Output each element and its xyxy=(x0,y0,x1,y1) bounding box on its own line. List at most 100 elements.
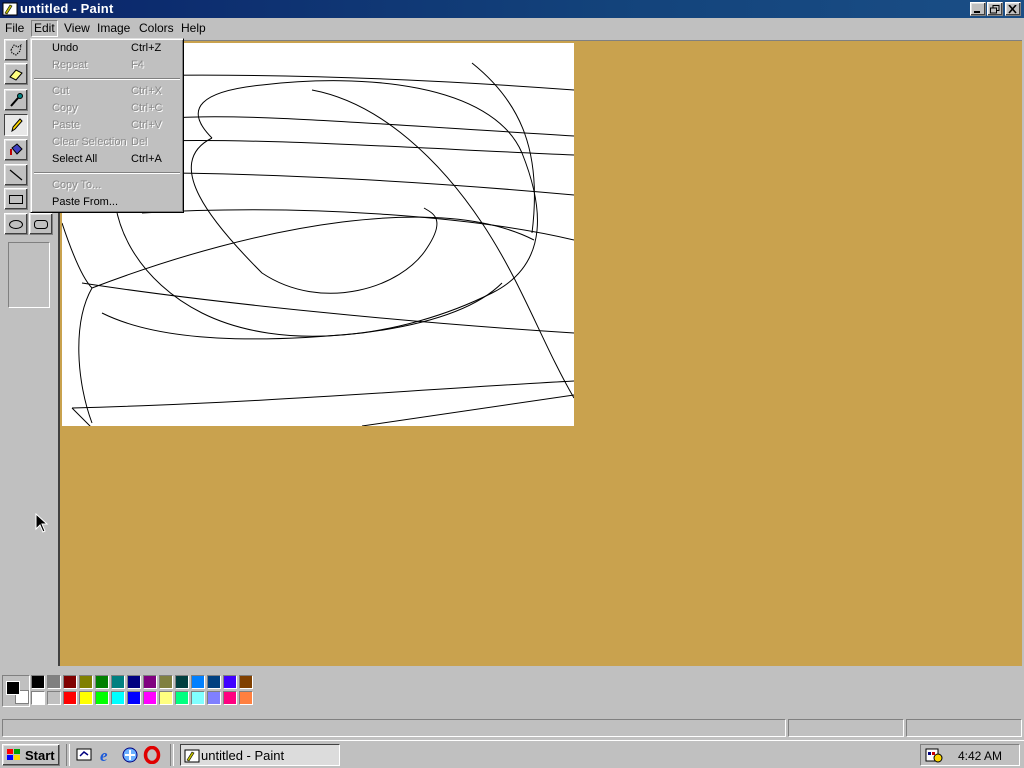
menu-item-cut[interactable]: Cut Ctrl+X xyxy=(31,83,185,100)
select-all-label: Select All xyxy=(52,153,98,165)
menu-item-repeat[interactable]: Repeat F4 xyxy=(31,57,185,74)
palette-color-swatch[interactable] xyxy=(95,675,109,689)
palette-color-swatch[interactable] xyxy=(111,691,125,705)
clock[interactable]: 4:42 AM xyxy=(958,749,1002,763)
ie-icon[interactable]: e xyxy=(98,746,116,765)
menu-item-copy-to[interactable]: Copy To... xyxy=(31,177,185,194)
palette-color-swatch[interactable] xyxy=(143,691,157,705)
free-form-select-icon xyxy=(10,43,22,56)
cut-label: Cut xyxy=(52,85,70,97)
color-box xyxy=(0,666,1024,714)
palette-color-swatch[interactable] xyxy=(191,675,205,689)
mouse-cursor-icon xyxy=(35,513,49,533)
svg-text:e: e xyxy=(100,746,108,764)
palette-color-swatch[interactable] xyxy=(207,675,221,689)
menu-colors[interactable]: Colors xyxy=(137,21,176,36)
palette-color-swatch[interactable] xyxy=(79,675,93,689)
close-button[interactable] xyxy=(1005,2,1021,16)
paint-app-icon[interactable] xyxy=(2,1,18,17)
palette-color-swatch[interactable] xyxy=(79,691,93,705)
scheduler-icon[interactable] xyxy=(925,747,943,763)
palette-color-swatch[interactable] xyxy=(239,691,253,705)
palette-color-swatch[interactable] xyxy=(207,691,221,705)
copy-shortcut: Ctrl+C xyxy=(131,102,163,114)
copy-label: Copy xyxy=(52,102,78,114)
palette-color-swatch[interactable] xyxy=(159,691,173,705)
paint-app-icon xyxy=(184,749,200,763)
palette-color-swatch[interactable] xyxy=(223,675,237,689)
current-colors[interactable] xyxy=(2,675,30,707)
palette-color-swatch[interactable] xyxy=(47,675,61,689)
channels-icon[interactable] xyxy=(121,746,139,764)
rectangle-icon xyxy=(9,195,23,204)
palette-color-swatch[interactable] xyxy=(239,675,253,689)
minimize-button[interactable] xyxy=(970,2,986,16)
menu-file[interactable]: File xyxy=(3,21,26,36)
line-tool[interactable] xyxy=(4,164,28,186)
menu-item-undo[interactable]: Undo Ctrl+Z xyxy=(31,40,185,57)
menu-view[interactable]: View xyxy=(62,21,92,36)
menu-edit[interactable]: Edit xyxy=(31,20,58,37)
copy-to-label: Copy To... xyxy=(52,179,102,191)
rectangle-tool[interactable] xyxy=(4,188,28,210)
pencil-tool[interactable] xyxy=(4,114,28,136)
status-message-pane xyxy=(2,719,786,737)
palette-color-swatch[interactable] xyxy=(159,675,173,689)
foreground-color-swatch[interactable] xyxy=(6,681,20,695)
palette-color-swatch[interactable] xyxy=(31,675,45,689)
palette-color-swatch[interactable] xyxy=(175,691,189,705)
palette-color-swatch[interactable] xyxy=(95,691,109,705)
menu-item-clear-selection[interactable]: Clear Selection Del xyxy=(31,134,185,151)
edit-menu-dropdown: Undo Ctrl+Z Repeat F4 Cut Ctrl+X Copy Ct… xyxy=(30,38,184,213)
palette-color-swatch[interactable] xyxy=(31,691,45,705)
rounded-rectangle-tool[interactable] xyxy=(29,213,53,235)
palette-color-swatch[interactable] xyxy=(175,675,189,689)
taskbar-button-paint[interactable]: untitled - Paint xyxy=(180,744,340,766)
paste-label: Paste xyxy=(52,119,81,131)
menu-item-select-all[interactable]: Select All Ctrl+A xyxy=(31,151,185,168)
restore-button[interactable] xyxy=(987,2,1003,16)
paste-from-label: Paste From... xyxy=(52,196,119,208)
palette-color-swatch[interactable] xyxy=(223,691,237,705)
taskbar-divider xyxy=(66,744,70,766)
repeat-shortcut: F4 xyxy=(131,59,144,71)
eraser-icon xyxy=(9,69,23,81)
palette-color-swatch[interactable] xyxy=(47,691,61,705)
tool-options-box[interactable] xyxy=(8,242,50,308)
palette-color-swatch[interactable] xyxy=(111,675,125,689)
opera-icon[interactable] xyxy=(143,745,161,765)
window-title: untitled - Paint xyxy=(20,1,114,16)
ellipse-icon xyxy=(9,220,23,229)
palette-color-swatch[interactable] xyxy=(143,675,157,689)
undo-label: Undo xyxy=(52,42,79,54)
title-bar[interactable]: untitled - Paint xyxy=(0,0,1024,18)
menu-item-copy[interactable]: Copy Ctrl+C xyxy=(31,100,185,117)
status-bar xyxy=(0,716,1024,740)
clear-selection-label: Clear Selection xyxy=(52,136,127,148)
eraser-tool[interactable] xyxy=(4,63,28,85)
menu-item-paste-from[interactable]: Paste From... xyxy=(31,194,185,211)
clear-selection-shortcut: Del xyxy=(131,136,148,148)
undo-shortcut: Ctrl+Z xyxy=(131,42,162,54)
paste-shortcut: Ctrl+V xyxy=(131,119,162,131)
free-form-select-tool[interactable] xyxy=(4,39,28,61)
color-picker-icon xyxy=(10,93,23,107)
menu-separator xyxy=(34,78,180,80)
pencil-icon xyxy=(11,118,23,133)
taskbar: Start e untitled - Paint 4:42 AM xyxy=(0,740,1024,768)
palette-color-swatch[interactable] xyxy=(127,675,141,689)
menu-item-paste[interactable]: Paste Ctrl+V xyxy=(31,117,185,134)
palette-color-swatch[interactable] xyxy=(63,675,77,689)
ellipse-tool[interactable] xyxy=(4,213,28,235)
status-position-pane xyxy=(788,719,904,737)
start-button[interactable]: Start xyxy=(2,744,60,766)
menu-image[interactable]: Image xyxy=(95,21,132,36)
color-picker-tool[interactable] xyxy=(4,89,28,111)
windows-logo-icon xyxy=(7,749,20,760)
palette-color-swatch[interactable] xyxy=(127,691,141,705)
show-desktop-icon[interactable] xyxy=(75,746,93,764)
menu-help[interactable]: Help xyxy=(179,21,208,36)
palette-color-swatch[interactable] xyxy=(191,691,205,705)
palette-color-swatch[interactable] xyxy=(63,691,77,705)
fill-tool[interactable] xyxy=(4,139,28,161)
